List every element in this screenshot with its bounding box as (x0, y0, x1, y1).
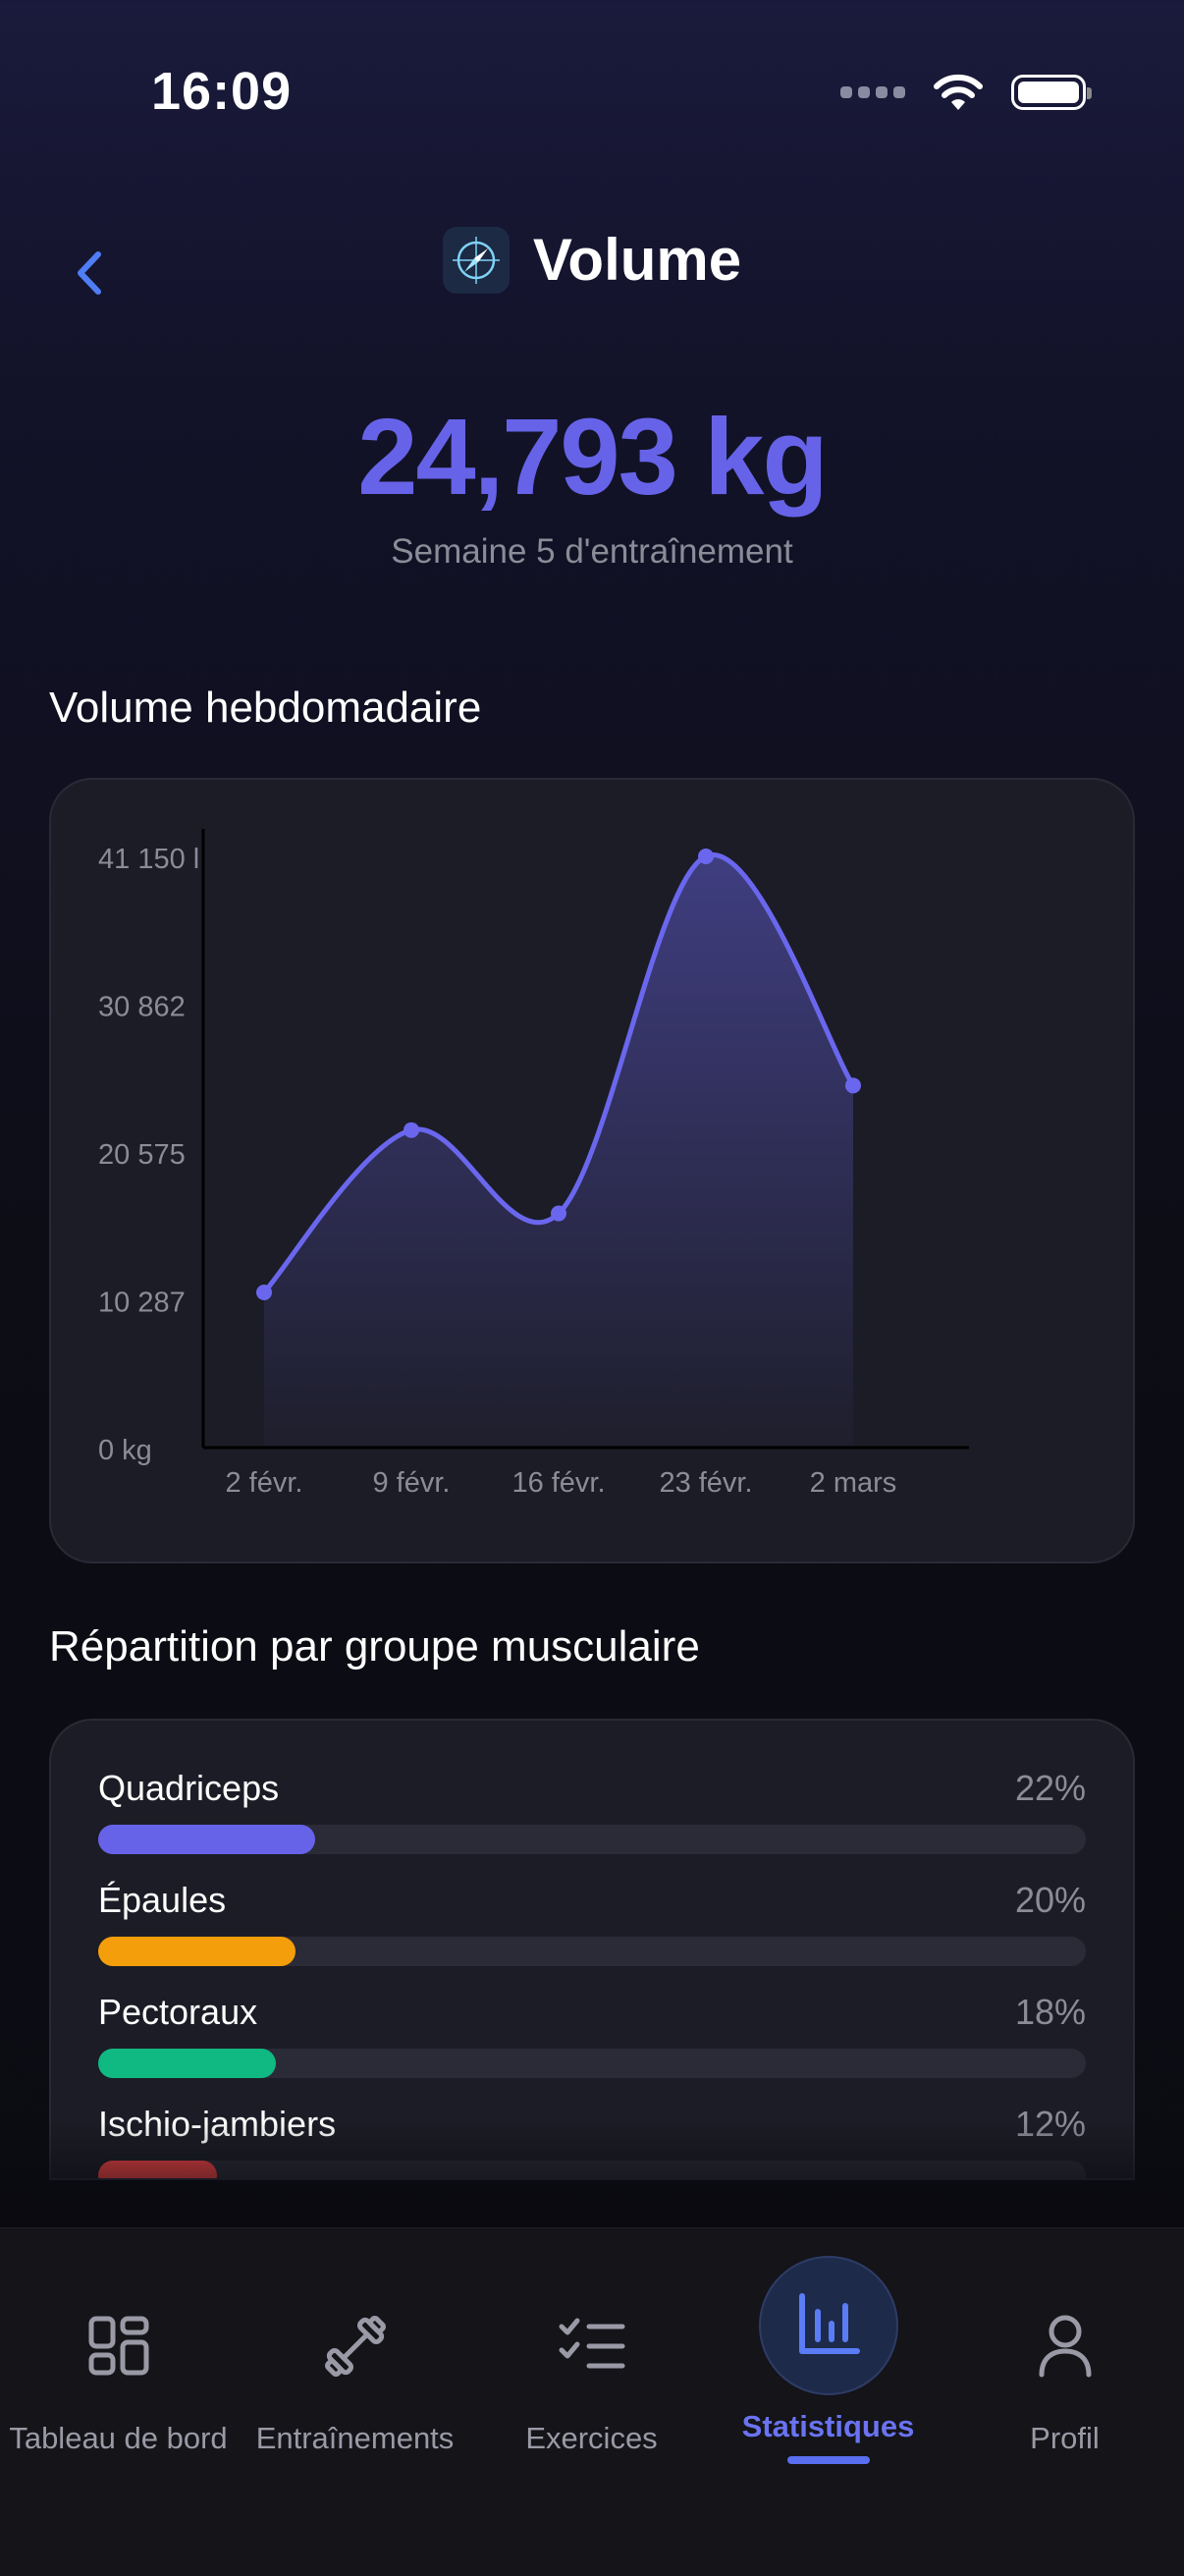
battery-icon (1011, 75, 1092, 110)
compass-icon (442, 226, 510, 294)
tab-label: Profil (1030, 2421, 1100, 2455)
chart-y-tick-label: 20 575 (98, 1139, 186, 1171)
person-icon (1026, 2307, 1104, 2385)
chart-x-tick-label: 2 mars (810, 1467, 897, 1499)
muscle-distribution-title: Répartition par groupe musculaire (49, 1622, 700, 1671)
muscle-progress-track (98, 2049, 1086, 2078)
total-volume: 24,793 kg (357, 397, 828, 518)
chart-point-4 (845, 1077, 861, 1094)
wifi-icon (934, 74, 983, 110)
tab-workouts[interactable]: Entraînements (237, 2228, 473, 2484)
tab-exercises[interactable]: Exercices (473, 2228, 710, 2484)
cellular-signal-icon (840, 86, 905, 98)
muscle-progress-fill (98, 1937, 296, 1966)
active-tab-indicator (786, 2456, 870, 2464)
chart-point-1 (404, 1122, 419, 1138)
weekly-volume-chart-card: 0 kg 10 287 20 575 30 862 41 150 l 2 févr. 9 f… (49, 778, 1135, 1563)
muscle-distribution-card: Quadriceps22%Épaules20%Pectoraux18%Ischi… (49, 1719, 1135, 2180)
bar-chart-icon (789, 2285, 868, 2364)
chart-area-fill (264, 854, 853, 1448)
muscle-label: Pectoraux (98, 1992, 258, 2032)
muscle-percentage: 22% (1014, 1768, 1086, 1808)
chart-y-tick-label: 30 862 (98, 992, 186, 1023)
muscle-row: Pectoraux 18% (98, 1992, 1086, 2080)
page-header: Volume (0, 226, 1184, 294)
status-time: 16:09 (151, 62, 293, 121)
chart-x-tick-label: 9 févr. (373, 1467, 451, 1499)
muscle-progress-fill (98, 2049, 277, 2078)
muscle-row: Quadriceps 22% (98, 1768, 1086, 1856)
chart-point-3 (698, 849, 714, 864)
weekly-volume-chart: 0 kg 10 287 20 575 30 862 41 150 l 2 févr. 9 f… (98, 829, 969, 1499)
tab-dashboard[interactable]: Tableau de bord (0, 2228, 237, 2484)
chart-y-tick-label: 10 287 (98, 1288, 186, 1319)
tab-label: Entraînements (255, 2421, 455, 2455)
chart-point-2 (551, 1205, 566, 1222)
checklist-icon (553, 2307, 631, 2385)
muscle-progress-fill (98, 1825, 316, 1854)
scroll-fade (0, 2121, 1184, 2229)
muscle-percentage: 20% (1014, 1880, 1086, 1920)
chart-point-0 (256, 1285, 272, 1301)
muscle-label: Quadriceps (98, 1768, 280, 1808)
status-indicators (840, 73, 1092, 112)
tab-label: Tableau de bord (9, 2421, 228, 2455)
chart-y-tick-label: 0 kg (98, 1435, 152, 1466)
tab-label: Statistiques (741, 2409, 915, 2443)
tab-label: Exercices (525, 2421, 658, 2455)
muscle-label: Épaules (98, 1880, 227, 1920)
muscle-percentage: 18% (1014, 1992, 1086, 2032)
chart-y-tick-label: 41 150 l (98, 844, 199, 875)
muscle-progress-track (98, 1825, 1086, 1854)
dashboard-icon (80, 2307, 158, 2385)
week-subtitle: Semaine 5 d'entraînement (391, 532, 793, 571)
weekly-volume-title: Volume hebdomadaire (49, 684, 482, 732)
dumbbell-icon (316, 2307, 395, 2385)
muscle-row: Épaules 20% (98, 1880, 1086, 1968)
muscle-progress-track (98, 1937, 1086, 1966)
chart-x-tick-label: 23 févr. (659, 1467, 752, 1499)
page-title: Volume (532, 227, 742, 293)
tab-bar: Tableau de bord Entraînements Exercices (0, 2227, 1184, 2576)
chart-x-tick-label: 2 févr. (226, 1467, 303, 1499)
tab-profile[interactable]: Profil (946, 2228, 1183, 2484)
chart-x-tick-label: 16 févr. (511, 1467, 605, 1499)
tab-statistics[interactable]: Statistiques (710, 2228, 946, 2484)
